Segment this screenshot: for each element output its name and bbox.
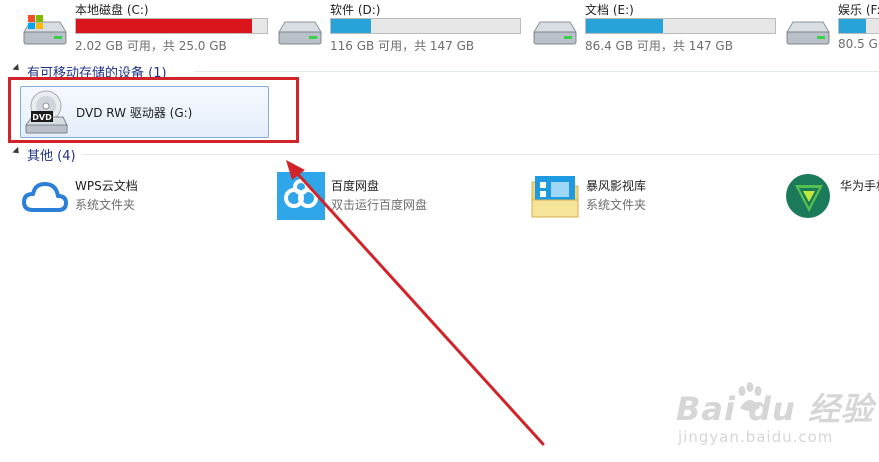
other-item-huawei-phone[interactable]: 华为手机	[785, 172, 879, 222]
drive-usage-bar	[75, 18, 268, 34]
huawei-phone-icon	[786, 174, 830, 218]
drive-f[interactable]: 娱乐 (F: 80.5 GE	[783, 0, 879, 56]
hard-drive-icon	[533, 21, 577, 45]
drive-size-text: 116 GB 可用，共 147 GB	[330, 39, 475, 53]
red-highlight-box	[8, 77, 299, 143]
drive-e[interactable]: 文档 (E:) 86.4 GB 可用，共 147 GB	[530, 0, 780, 56]
other-item-wps-cloud[interactable]: WPS云文档 系统文件夹	[20, 172, 260, 222]
drive-name: 本地磁盘 (C:)	[75, 3, 149, 17]
drive-size-text: 80.5 GE	[838, 37, 879, 51]
hard-drive-icon	[786, 21, 830, 45]
drive-size-text: 2.02 GB 可用，共 25.0 GB	[75, 39, 227, 53]
drive-name: 娱乐 (F:	[838, 3, 879, 17]
drive-size-text: 86.4 GB 可用，共 147 GB	[585, 39, 733, 53]
drive-name: 文档 (E:)	[585, 3, 634, 17]
video-library-folder-icon	[531, 176, 579, 218]
watermark-url: jingyan.baidu.com	[678, 428, 834, 446]
item-name: 暴风影视库	[586, 179, 647, 193]
group-divider	[82, 154, 879, 155]
group-divider	[195, 71, 879, 72]
item-subtitle: 系统文件夹	[75, 198, 136, 212]
item-name: 华为手机	[840, 179, 879, 193]
drive-usage-bar	[838, 18, 879, 34]
item-subtitle: 双击运行百度网盘	[331, 198, 428, 212]
cloud-icon	[22, 182, 68, 212]
baidu-paw-icon	[738, 382, 762, 411]
item-name: WPS云文档	[75, 179, 138, 193]
collapse-triangle-icon[interactable]	[12, 63, 22, 74]
hard-drive-windows-icon	[23, 15, 67, 45]
group-title: 其他 (4)	[27, 149, 76, 164]
baidu-netdisk-icon	[277, 172, 325, 220]
drive-usage-bar	[330, 18, 521, 34]
item-subtitle: 系统文件夹	[586, 198, 647, 212]
drive-name: 软件 (D:)	[330, 3, 381, 17]
item-name: 百度网盘	[331, 179, 380, 193]
collapse-triangle-icon[interactable]	[12, 146, 22, 157]
drive-c[interactable]: 本地磁盘 (C:) 2.02 GB 可用，共 25.0 GB	[20, 0, 270, 56]
other-item-video-library[interactable]: 暴风影视库 系统文件夹	[531, 172, 771, 222]
drive-d[interactable]: 软件 (D:) 116 GB 可用，共 147 GB	[275, 0, 525, 56]
watermark-logo: Bai du 经验	[676, 390, 874, 428]
other-item-baidu-netdisk[interactable]: 百度网盘 双击运行百度网盘	[276, 172, 516, 222]
baidu-jingyan-watermark: Bai du 经验 jingyan.baidu.com	[676, 382, 874, 446]
hard-drive-icon	[278, 21, 322, 45]
drive-usage-bar	[585, 18, 776, 34]
